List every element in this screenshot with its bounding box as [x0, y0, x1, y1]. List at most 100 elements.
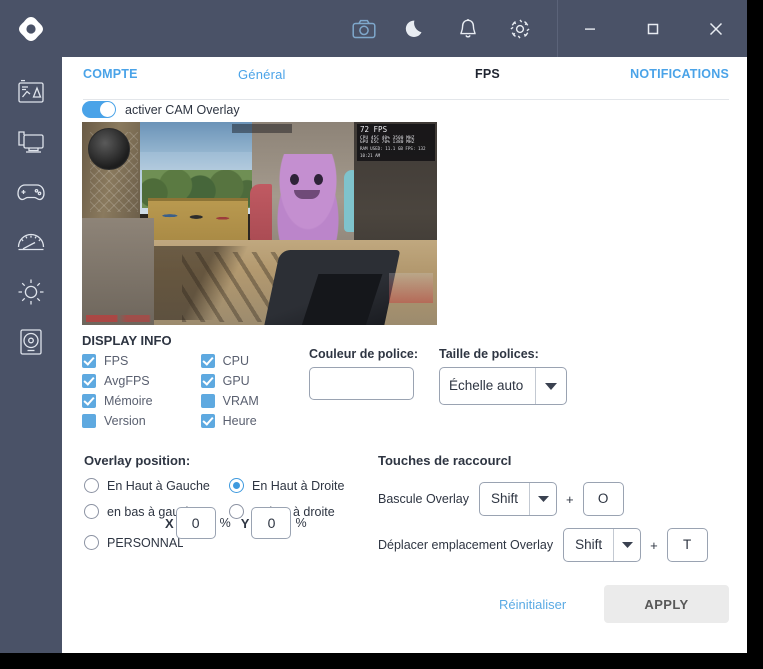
shortcut-toggle-plus: +	[566, 491, 574, 507]
preview-overlay-time: 10:21 AM	[360, 153, 381, 159]
overlay-preview-image: 72 FPS CPU 45C 40% 3500 MHZ GPU 65C 70% …	[82, 122, 437, 325]
checkbox-vram-label: VRAM	[222, 394, 259, 408]
radio-top-right-mark	[229, 478, 244, 493]
close-icon	[709, 22, 722, 35]
checkbox-heure-box	[200, 414, 215, 428]
chevron-down-icon-glyph	[621, 542, 633, 548]
checkbox-memoire[interactable]: Mémoire	[82, 394, 153, 408]
reset-button[interactable]: Réinitialiser	[499, 597, 566, 612]
checkbox-vram-box	[200, 394, 215, 408]
display-info-title: DISPLAY INFO	[82, 333, 172, 348]
checkbox-gpu-label: GPU	[222, 374, 250, 388]
font-size-field: Taille de polices: Échelle auto	[439, 347, 567, 405]
preview-top-hud	[232, 124, 292, 133]
checkbox-cpu-label: CPU	[222, 354, 250, 368]
maximize-icon	[647, 23, 658, 34]
shortcut-toggle-key-input[interactable]: O	[582, 482, 624, 516]
radio-custom-mark	[84, 535, 99, 550]
cam-overlay-toggle-label: activer CAM Overlay	[125, 102, 240, 117]
font-size-label: Taille de polices:	[439, 347, 539, 361]
tab-fps[interactable]: FPS	[403, 65, 593, 81]
sidebar-item-lighting[interactable]	[0, 267, 62, 317]
display-info-columns: FPS AvgFPS Mémoire Version CPU GPU VRAM …	[82, 354, 259, 428]
preview-overlay-gpu: GPU 65C 70% 1380 MHZ	[360, 139, 415, 145]
minimize-button[interactable]	[558, 0, 621, 57]
checkbox-memoire-box	[82, 394, 96, 408]
titlebar-icon-group	[351, 16, 533, 42]
shortcuts-section: Touches de raccourcI Bascule Overlay Shi…	[378, 453, 718, 574]
checkbox-version-box	[82, 414, 96, 428]
shortcut-toggle-overlay-label: Bascule Overlay	[378, 492, 470, 506]
chevron-down-icon	[614, 541, 640, 549]
preview-overlay-fps: 72 FPS	[360, 125, 388, 134]
cam-overlay-toggle[interactable]	[82, 101, 116, 118]
shortcut-move-plus: +	[650, 537, 658, 553]
window-controls	[558, 0, 747, 57]
sun-icon	[18, 279, 44, 305]
sidebar-item-overclocking[interactable]	[0, 217, 62, 267]
gauge-icon	[17, 233, 45, 251]
shortcut-move-overlay-label: Déplacer emplacement Overlay	[378, 538, 554, 552]
overlay-custom-coordinates: X 0 % Y 0 %	[165, 507, 317, 539]
camera-icon[interactable]	[351, 16, 377, 42]
sidebar-item-games[interactable]	[0, 167, 62, 217]
sidebar-nav	[0, 57, 62, 653]
checkbox-gpu[interactable]: GPU	[200, 374, 259, 388]
checkbox-avgfps-label: AvgFPS	[104, 374, 150, 388]
tab-general[interactable]: Général	[238, 65, 403, 82]
minimize-icon	[584, 27, 595, 30]
checkbox-fps[interactable]: FPS	[82, 354, 153, 368]
shortcut-row-toggle-overlay: Bascule Overlay Shift + O	[378, 482, 718, 516]
shortcut-move-modifier-value: Shift	[564, 529, 615, 561]
cam-overlay-toggle-row: activer CAM Overlay	[82, 101, 240, 118]
font-color-input[interactable]	[309, 367, 414, 400]
chevron-down-icon	[536, 382, 566, 391]
preview-hud-right	[389, 273, 433, 303]
overlay-position-title: Overlay position:	[84, 453, 191, 468]
radio-top-left[interactable]: En Haut à Gauche	[84, 478, 210, 493]
toggle-knob	[100, 102, 115, 117]
sidebar-item-dashboard[interactable]	[0, 67, 62, 117]
font-size-select[interactable]: Échelle auto	[439, 367, 567, 405]
shortcut-toggle-modifier-select[interactable]: Shift	[479, 482, 558, 516]
checkbox-avgfps-box	[82, 374, 96, 388]
chevron-down-icon-glyph	[537, 496, 549, 502]
radio-top-right-label: En Haut à Droite	[252, 478, 345, 493]
shortcut-move-key-input[interactable]: T	[666, 528, 708, 562]
y-percent-symbol: %	[295, 516, 307, 530]
x-percent-symbol: %	[219, 516, 231, 530]
sidebar-item-storage[interactable]	[0, 317, 62, 367]
bell-icon[interactable]	[455, 16, 481, 42]
checkbox-version[interactable]: Version	[82, 414, 153, 428]
tab-notifications[interactable]: NOTIFICATIONS	[593, 65, 729, 81]
moon-icon[interactable]	[403, 16, 429, 42]
checkbox-vram[interactable]: VRAM	[200, 394, 259, 408]
x-coordinate-input[interactable]: 0	[175, 507, 216, 539]
checkbox-avgfps[interactable]: AvgFPS	[82, 374, 153, 388]
checkbox-fps-label: FPS	[104, 354, 129, 368]
shortcut-row-move-overlay: Déplacer emplacement Overlay Shift + T	[378, 528, 718, 562]
checkbox-heure-label: Heure	[222, 414, 257, 428]
apply-button[interactable]: APPLY	[604, 585, 729, 623]
radio-top-left-label: En Haut à Gauche	[107, 478, 210, 493]
chart-monitor-icon	[18, 79, 44, 103]
gamepad-icon	[17, 184, 45, 201]
gear-icon[interactable]	[507, 16, 533, 42]
font-color-label: Couleur de police:	[309, 347, 419, 361]
tab-compte[interactable]: COMPTE	[83, 65, 238, 81]
preview-hud-left	[86, 315, 176, 322]
title-bar	[0, 0, 747, 57]
y-coordinate-input[interactable]: 0	[251, 507, 292, 539]
preview-left-floor	[82, 218, 154, 325]
sidebar-item-pc-monitoring[interactable]	[0, 117, 62, 167]
close-button[interactable]	[684, 0, 747, 57]
checkbox-cpu[interactable]: CPU	[200, 354, 259, 368]
app-logo	[0, 0, 62, 57]
checkbox-cpu-box	[200, 354, 215, 368]
y-coordinate-label: Y	[240, 515, 250, 531]
shortcut-move-modifier-select[interactable]: Shift	[563, 528, 642, 562]
maximize-button[interactable]	[621, 0, 684, 57]
checkbox-memoire-label: Mémoire	[104, 394, 153, 408]
checkbox-heure[interactable]: Heure	[200, 414, 259, 428]
radio-top-right[interactable]: En Haut à Droite	[229, 478, 344, 493]
